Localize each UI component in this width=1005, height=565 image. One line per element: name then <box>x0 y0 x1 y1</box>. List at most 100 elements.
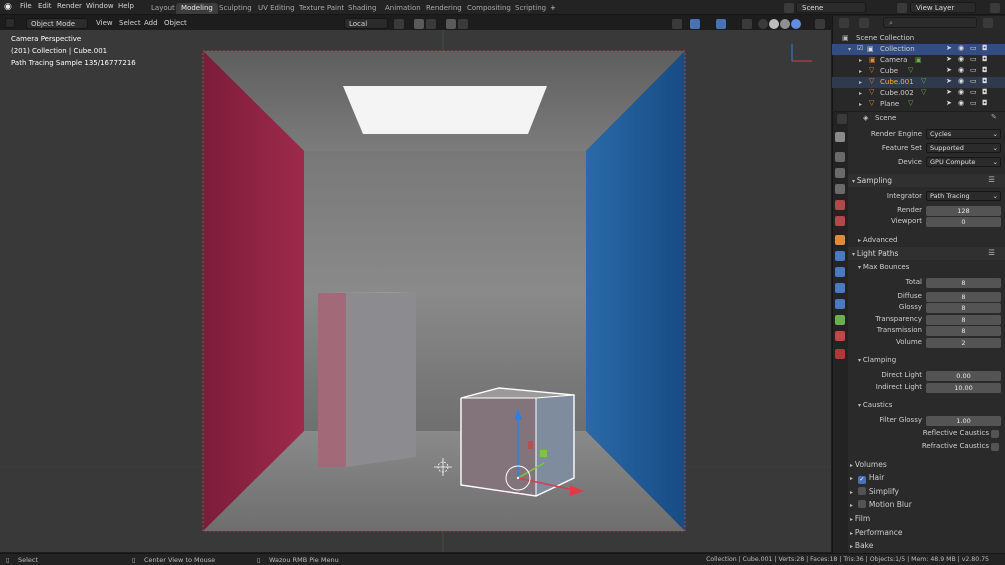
pin-icon[interactable]: ✎ <box>991 113 997 121</box>
reflective-caustics-checkbox[interactable] <box>991 430 999 438</box>
expand-icon[interactable]: ▸ <box>859 57 862 64</box>
select-arrow-icon[interactable]: ➤ <box>946 88 952 96</box>
editor-type-icon[interactable] <box>5 18 15 28</box>
filter-icon[interactable] <box>983 18 993 28</box>
menu-view[interactable]: View <box>92 18 117 29</box>
outliner-editor-icon[interactable] <box>839 18 849 28</box>
expand-icon[interactable]: ▸ <box>859 101 862 108</box>
visibility-icon[interactable] <box>672 19 682 29</box>
camera-render-icon[interactable]: ◘ <box>982 44 988 52</box>
eye-icon[interactable]: ◉ <box>958 55 964 63</box>
camera-render-icon[interactable]: ◘ <box>982 77 988 85</box>
checkbox-icon[interactable]: ☑ <box>857 44 863 52</box>
tab-sculpting[interactable]: Sculpting <box>214 3 257 14</box>
outliner-scene-collection[interactable]: ▣ Scene Collection <box>832 33 1005 44</box>
select-arrow-icon[interactable]: ➤ <box>946 77 952 85</box>
eye-icon[interactable]: ◉ <box>958 99 964 107</box>
camera-render-icon[interactable]: ◘ <box>982 88 988 96</box>
camera-render-icon[interactable]: ◘ <box>982 66 988 74</box>
monitor-icon[interactable]: ▭ <box>970 88 977 96</box>
eye-icon[interactable]: ◉ <box>958 77 964 85</box>
bake-section-header[interactable]: ▸ Bake <box>850 541 873 550</box>
expand-icon[interactable]: ▸ <box>859 90 862 97</box>
outliner-item-cube-001[interactable]: ▸ ▽ Cube.001 ▽ ➤ ◉ ▭ ◘ <box>832 77 1005 88</box>
rendered-shading-icon[interactable] <box>791 19 801 29</box>
integrator-dropdown[interactable]: Path Tracing ⌄ <box>926 191 1001 201</box>
list-icon[interactable]: ☰ <box>988 175 995 184</box>
render-engine-dropdown[interactable]: Cycles ⌄ <box>926 129 1001 139</box>
simplify-checkbox[interactable] <box>857 487 866 495</box>
hair-section-header[interactable]: ▸ ✓ Hair <box>850 473 884 484</box>
scene-icon[interactable] <box>784 3 794 13</box>
outliner-item-cube-002[interactable]: ▸ ▽ Cube.002 ▽ ➤ ◉ ▭ ◘ <box>832 88 1005 99</box>
menu-add[interactable]: Add <box>140 18 162 29</box>
transform-orientation-dropdown[interactable]: Local <box>344 18 388 29</box>
modifier-tab-icon[interactable] <box>835 251 845 261</box>
diffuse-field[interactable]: 8 <box>926 292 1001 302</box>
tab-rendering[interactable]: Rendering <box>421 3 467 14</box>
eye-icon[interactable]: ◉ <box>958 88 964 96</box>
monitor-icon[interactable]: ▭ <box>970 99 977 107</box>
refractive-caustics-checkbox[interactable] <box>991 443 999 451</box>
properties-editor-icon[interactable] <box>837 114 847 124</box>
view-layer-field[interactable]: View Layer <box>910 2 976 13</box>
transparency-field[interactable]: 8 <box>926 315 1001 325</box>
camera-render-icon[interactable]: ◘ <box>982 99 988 107</box>
pause-icon[interactable] <box>815 19 825 29</box>
proportional-edit-icon[interactable] <box>446 19 456 29</box>
3d-viewport[interactable]: Camera Perspective (201) Collection | Cu… <box>0 30 831 552</box>
monitor-icon[interactable]: ▭ <box>970 77 977 85</box>
device-dropdown[interactable]: GPU Compute ⌄ <box>926 157 1001 167</box>
camera-render-icon[interactable]: ◘ <box>982 55 988 63</box>
texture-tab-icon[interactable] <box>835 349 845 359</box>
sampling-section-header[interactable]: ▾ Sampling ☰ <box>848 174 1005 187</box>
hair-checkbox[interactable]: ✓ <box>857 476 866 484</box>
tab-uv-editing[interactable]: UV Editing <box>253 3 300 14</box>
outliner-item-cube[interactable]: ▸ ▽ Cube ▽ ➤ ◉ ▭ ◘ <box>832 66 1005 77</box>
menu-window[interactable]: Window <box>86 2 114 10</box>
tab-layout[interactable]: Layout <box>146 3 180 14</box>
max-bounces-subpanel-header[interactable]: ▾ Max Bounces <box>858 263 909 271</box>
pivot-icon[interactable] <box>394 19 404 29</box>
menu-help[interactable]: Help <box>118 2 134 10</box>
monitor-icon[interactable]: ▭ <box>970 55 977 63</box>
expand-icon[interactable]: ▸ <box>859 79 862 86</box>
advanced-subpanel-header[interactable]: ▸ Advanced <box>858 236 898 244</box>
tab-animation[interactable]: Animation <box>380 3 426 14</box>
outliner-item-plane[interactable]: ▸ ▽ Plane ▽ ➤ ◉ ▭ ◘ <box>832 99 1005 110</box>
caustics-subpanel-header[interactable]: ▾ Caustics <box>858 401 892 409</box>
film-section-header[interactable]: ▸ Film <box>850 514 870 523</box>
menu-render[interactable]: Render <box>57 2 82 10</box>
object-mode-dropdown[interactable]: Object Mode <box>26 18 88 29</box>
monitor-icon[interactable]: ▭ <box>970 44 977 52</box>
motion-blur-section-header[interactable]: ▸ Motion Blur <box>850 500 912 509</box>
particles-tab-icon[interactable] <box>835 267 845 277</box>
select-arrow-icon[interactable]: ➤ <box>946 55 952 63</box>
xray-icon[interactable] <box>742 19 752 29</box>
indirect-light-field[interactable]: 10.00 <box>926 383 1001 393</box>
add-workspace-button[interactable]: + <box>545 3 561 14</box>
overlays-icon[interactable] <box>716 19 726 29</box>
view-layer-icon[interactable] <box>897 3 907 13</box>
outliner-item-collection[interactable]: ▾ ☑ ▣ Collection ➤ ◉ ▭ ◘ <box>832 44 1005 55</box>
select-arrow-icon[interactable]: ➤ <box>946 44 952 52</box>
material-shading-icon[interactable] <box>780 19 790 29</box>
wireframe-shading-icon[interactable] <box>758 19 768 29</box>
tab-texture-paint[interactable]: Texture Paint <box>294 3 349 14</box>
eye-icon[interactable]: ◉ <box>958 66 964 74</box>
tab-compositing[interactable]: Compositing <box>462 3 516 14</box>
blender-logo-icon[interactable]: ◉ <box>4 2 14 12</box>
scene-field[interactable]: Scene <box>796 2 866 13</box>
output-tab-icon[interactable] <box>835 168 845 178</box>
select-arrow-icon[interactable]: ➤ <box>946 99 952 107</box>
list-icon[interactable]: ☰ <box>988 248 995 257</box>
tab-modeling[interactable]: Modeling <box>176 3 218 14</box>
render-samples-field[interactable]: 128 <box>926 206 1001 216</box>
monitor-icon[interactable]: ▭ <box>970 66 977 74</box>
expand-icon[interactable]: ▸ <box>859 68 862 75</box>
feature-set-dropdown[interactable]: Supported ⌄ <box>926 143 1001 153</box>
viewport-samples-field[interactable]: 0 <box>926 217 1001 227</box>
solid-shading-icon[interactable] <box>769 19 779 29</box>
expand-icon[interactable]: ▾ <box>848 46 851 53</box>
transmission-field[interactable]: 8 <box>926 326 1001 336</box>
